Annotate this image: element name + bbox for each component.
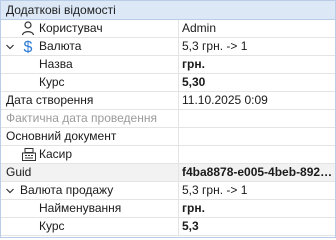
property-group-currency[interactable]: $ Валюта 5,3 грн. -> 1 [1, 38, 335, 56]
property-group-sale-currency[interactable]: Валюта продажу 5,3 грн. -> 1 [1, 182, 335, 200]
property-row-rate[interactable]: Курс 5,30 [1, 74, 335, 92]
property-label: Валюта продажу [20, 183, 114, 197]
property-value: 5,3 грн. -> 1 [182, 39, 248, 53]
property-label: Касир [39, 147, 73, 161]
property-row-actual-posting-date[interactable]: Фактична дата проведення [1, 110, 335, 128]
column-divider [178, 128, 179, 145]
property-value: 5,3 грн. -> 1 [182, 183, 248, 197]
additional-info-panel: Додаткові відомості Користувач Admin $ В… [0, 0, 336, 238]
property-value [182, 146, 334, 163]
property-value: f4ba8878-e005-4beb-892b-... [182, 165, 334, 179]
property-label: Назва [39, 57, 73, 71]
property-label: Guid [6, 165, 32, 179]
property-value: 11.10.2025 0:09 [182, 93, 268, 107]
cash-register-icon [21, 146, 37, 163]
property-value: 5,30 [182, 75, 206, 89]
user-icon [20, 20, 36, 37]
property-value: грн. [182, 57, 205, 71]
column-divider [178, 218, 179, 235]
dollar-icon: $ [20, 38, 36, 56]
property-row-user[interactable]: Користувач Admin [1, 20, 335, 38]
property-label: Курс [39, 75, 65, 89]
property-row-cashier[interactable]: Касир [1, 146, 335, 164]
property-row-name[interactable]: Назва грн. [1, 56, 335, 74]
column-divider [178, 38, 179, 55]
property-row-created-date[interactable]: Дата створення 11.10.2025 0:09 [1, 92, 335, 110]
column-divider [178, 200, 179, 217]
property-label: Валюта [39, 39, 82, 53]
column-divider [178, 146, 179, 163]
property-label: Найменування [39, 201, 122, 215]
panel-title: Додаткові відомості [1, 1, 335, 20]
property-value [182, 128, 334, 145]
property-label: Фактична дата проведення [6, 111, 157, 125]
property-row-main-document[interactable]: Основний документ [1, 128, 335, 146]
column-divider [178, 164, 179, 181]
column-divider [178, 182, 179, 199]
chevron-down-icon[interactable] [5, 182, 15, 199]
property-row-guid[interactable]: Guid f4ba8878-e005-4beb-892b-... [1, 164, 335, 182]
property-label: Основний документ [6, 129, 117, 143]
property-row-title[interactable]: Найменування грн. [1, 200, 335, 218]
property-value: 5,3 [182, 219, 199, 233]
column-divider [178, 56, 179, 73]
column-divider [178, 20, 179, 37]
property-label: Дата створення [6, 93, 94, 107]
column-divider [178, 110, 179, 127]
property-value: Admin [182, 21, 217, 35]
column-divider [178, 92, 179, 109]
svg-text:$: $ [24, 39, 33, 55]
chevron-down-icon[interactable] [5, 38, 15, 55]
property-row-sale-rate[interactable]: Курс 5,3 [1, 218, 335, 236]
property-label: Курс [39, 219, 65, 233]
property-value [182, 110, 334, 127]
column-divider [178, 74, 179, 91]
property-label: Користувач [39, 21, 103, 35]
property-value: грн. [182, 201, 205, 215]
